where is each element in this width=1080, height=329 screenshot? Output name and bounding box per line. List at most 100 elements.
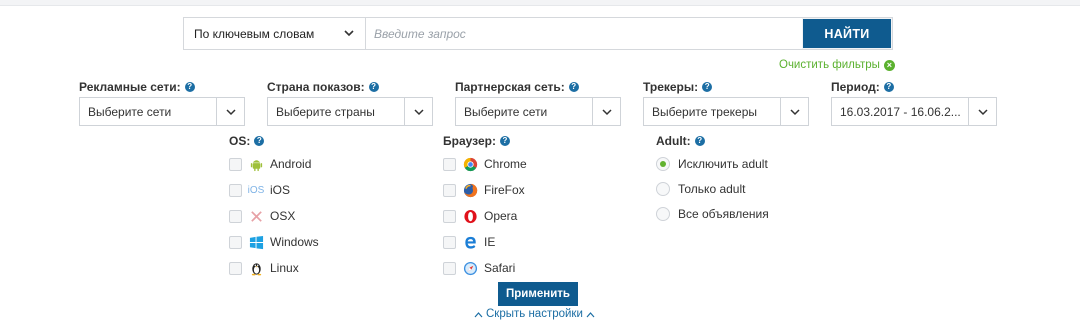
filter-ad-networks: Рекламные сети:? Выберите сети xyxy=(79,80,245,126)
period-label: Период: xyxy=(831,80,880,94)
filter-country: Страна показов:? Выберите страны xyxy=(267,80,433,126)
help-icon[interactable]: ? xyxy=(184,82,195,92)
radio-button[interactable] xyxy=(656,156,670,171)
ios-icon: iOS xyxy=(247,184,265,196)
apply-button[interactable]: Применить xyxy=(498,282,578,306)
clear-filters-link[interactable]: Очистить фильтры × xyxy=(779,59,895,71)
chevron-up-icon xyxy=(474,311,483,317)
partner-network-value: Выберите сети xyxy=(464,104,548,119)
os-option-linux[interactable]: Linux xyxy=(229,255,319,281)
adult-title: Adult: xyxy=(656,134,691,148)
adult-option-label: Исключить adult xyxy=(678,156,768,171)
ad-networks-label: Рекламные сети: xyxy=(79,80,181,94)
chevron-down-icon xyxy=(344,30,354,37)
adult-option-all[interactable]: Все объявления xyxy=(656,201,769,226)
browser-label: FireFox xyxy=(484,183,525,197)
os-option-osx[interactable]: OSX xyxy=(229,203,319,229)
browser-label: IE xyxy=(484,235,496,249)
chevron-down-icon xyxy=(216,98,244,125)
adult-option-exclude[interactable]: Исключить adult xyxy=(656,151,769,176)
os-option-ios[interactable]: iOS iOS xyxy=(229,177,319,203)
chevron-up-icon xyxy=(586,311,595,317)
browser-label: Chrome xyxy=(484,157,527,171)
help-icon[interactable]: ? xyxy=(568,82,579,92)
browser-option-opera[interactable]: Opera xyxy=(443,203,527,229)
windows-icon xyxy=(248,234,264,250)
adult-option-label: Все объявления xyxy=(678,206,769,221)
clear-icon: × xyxy=(883,59,895,71)
adult-filter: Adult:? Исключить adult Только adult Все… xyxy=(656,134,769,226)
partner-network-select[interactable]: Выберите сети xyxy=(455,97,621,126)
hide-settings-label: Скрыть настройки xyxy=(486,308,583,320)
search-button[interactable]: НАЙТИ xyxy=(803,19,891,48)
checkbox[interactable] xyxy=(443,183,456,197)
help-icon[interactable]: ? xyxy=(702,82,713,92)
clear-filters-label: Очистить фильтры xyxy=(779,59,880,71)
chevron-down-icon xyxy=(780,98,808,125)
radio-button[interactable] xyxy=(656,206,670,221)
search-bar: По ключевым словам НАЙТИ xyxy=(183,17,893,50)
help-icon[interactable]: ? xyxy=(499,136,510,146)
firefox-icon xyxy=(462,182,478,198)
period-select[interactable]: 16.03.2017 - 16.06.2... xyxy=(831,97,997,126)
browser-title: Браузер: xyxy=(443,134,496,148)
chevron-down-icon xyxy=(968,98,996,125)
checkbox[interactable] xyxy=(229,209,242,223)
filter-partner-network: Партнерская сеть:? Выберите сети xyxy=(455,80,621,126)
help-icon[interactable]: ? xyxy=(368,82,379,92)
country-value: Выберите страны xyxy=(276,104,375,119)
os-label: iOS xyxy=(270,183,291,197)
country-label: Страна показов: xyxy=(267,80,365,94)
os-filter: OS:? Android iOS iOS OSX Windows Linux xyxy=(229,134,319,281)
browser-option-safari[interactable]: Safari xyxy=(443,255,527,281)
os-label: Windows xyxy=(270,235,319,249)
hide-settings-link[interactable]: Скрыть настройки xyxy=(474,308,595,320)
chevron-down-icon xyxy=(592,98,620,125)
browser-label: Safari xyxy=(484,261,516,275)
help-icon[interactable]: ? xyxy=(694,136,705,146)
os-label: OSX xyxy=(270,209,296,223)
os-label: Linux xyxy=(270,261,299,275)
country-select[interactable]: Выберите страны xyxy=(267,97,433,126)
checkbox[interactable] xyxy=(443,157,456,171)
os-option-windows[interactable]: Windows xyxy=(229,229,319,255)
adult-option-label: Только adult xyxy=(678,181,746,196)
period-value: 16.03.2017 - 16.06.2... xyxy=(840,104,961,119)
chevron-down-icon xyxy=(404,98,432,125)
os-label: Android xyxy=(270,157,312,171)
checkbox[interactable] xyxy=(443,261,456,275)
os-title: OS: xyxy=(229,134,251,148)
browser-filter: Браузер:? Chrome FireFox Opera IE Safari xyxy=(443,134,527,281)
browser-option-ie[interactable]: IE xyxy=(443,229,527,255)
os-option-android[interactable]: Android xyxy=(229,151,319,177)
ad-networks-select[interactable]: Выберите сети xyxy=(79,97,245,126)
search-mode-value: По ключевым словам xyxy=(194,26,315,41)
browser-option-firefox[interactable]: FireFox xyxy=(443,177,527,203)
radio-selected-dot xyxy=(660,160,666,167)
adult-option-only[interactable]: Только adult xyxy=(656,176,769,201)
android-icon xyxy=(248,156,264,172)
osx-icon xyxy=(248,208,264,224)
checkbox[interactable] xyxy=(443,209,456,223)
browser-option-chrome[interactable]: Chrome xyxy=(443,151,527,177)
trackers-select[interactable]: Выберите трекеры xyxy=(643,97,809,126)
ie-icon xyxy=(462,234,478,250)
help-icon[interactable]: ? xyxy=(883,82,894,92)
opera-icon xyxy=(462,208,478,224)
checkbox[interactable] xyxy=(443,235,456,249)
browser-label: Opera xyxy=(484,209,518,223)
checkbox[interactable] xyxy=(229,235,242,249)
chrome-icon xyxy=(462,156,478,172)
top-band xyxy=(0,0,1080,6)
help-icon[interactable]: ? xyxy=(254,136,265,146)
checkbox[interactable] xyxy=(229,183,242,197)
radio-button[interactable] xyxy=(656,181,670,196)
search-mode-select[interactable]: По ключевым словам xyxy=(184,18,366,49)
filter-period: Период:? 16.03.2017 - 16.06.2... xyxy=(831,80,997,126)
search-input[interactable] xyxy=(366,18,802,49)
trackers-value: Выберите трекеры xyxy=(652,104,757,119)
checkbox[interactable] xyxy=(229,261,242,275)
checkbox[interactable] xyxy=(229,157,242,171)
linux-icon xyxy=(248,260,264,276)
partner-network-label: Партнерская сеть: xyxy=(455,80,565,94)
